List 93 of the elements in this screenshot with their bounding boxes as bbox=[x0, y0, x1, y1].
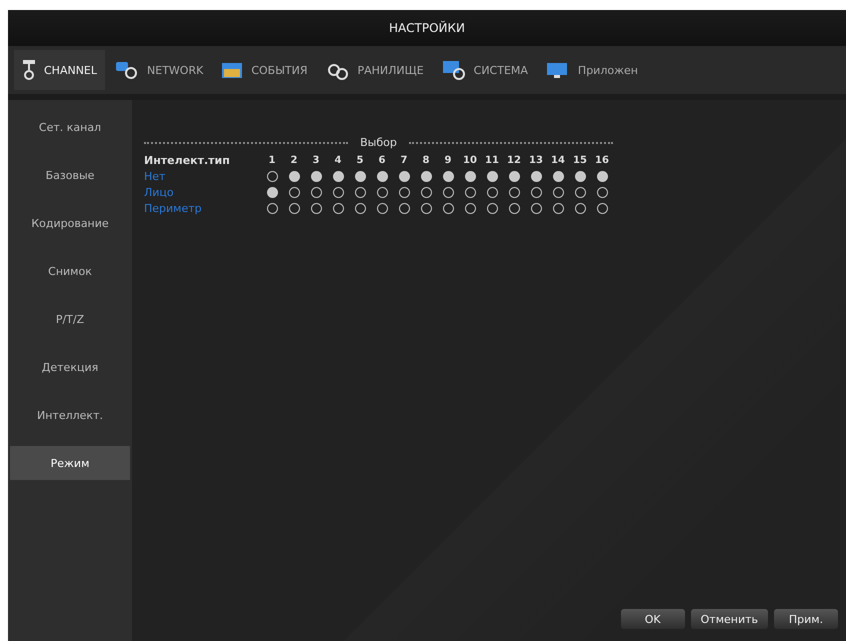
monitor-icon bbox=[546, 61, 570, 79]
channel-number: 10 bbox=[462, 155, 478, 166]
radio-button[interactable] bbox=[310, 203, 322, 214]
sidebar-item[interactable]: P/T/Z bbox=[10, 302, 130, 336]
radio-button[interactable] bbox=[420, 203, 432, 214]
tab-label: NETWORK bbox=[147, 64, 204, 76]
radio-button[interactable] bbox=[332, 187, 344, 198]
radio-button[interactable] bbox=[508, 203, 520, 214]
tab-label: РАНИЛИЩЕ bbox=[358, 64, 424, 76]
radio-button[interactable] bbox=[530, 187, 542, 198]
column-header: Интелект.тип bbox=[144, 154, 231, 167]
radio-button[interactable] bbox=[596, 187, 608, 198]
channel-number: 12 bbox=[506, 155, 522, 166]
radio-button[interactable] bbox=[332, 203, 344, 214]
radio-button[interactable] bbox=[398, 187, 410, 198]
radio-button[interactable] bbox=[552, 187, 564, 198]
row-label: Периметр bbox=[144, 202, 203, 215]
channel-number: 5 bbox=[356, 155, 364, 166]
dialog-button[interactable]: Прим. bbox=[774, 609, 838, 629]
radio-button[interactable] bbox=[354, 203, 366, 214]
radio-button[interactable] bbox=[574, 171, 586, 182]
sidebar-item[interactable]: Интеллект. bbox=[10, 398, 130, 432]
radio-button[interactable] bbox=[288, 203, 300, 214]
radio-button[interactable] bbox=[266, 187, 278, 198]
tab[interactable]: CHANNEL bbox=[14, 50, 106, 90]
channel-number: 11 bbox=[484, 155, 500, 166]
sidebar-item[interactable]: Базовые bbox=[10, 158, 130, 192]
radio-button[interactable] bbox=[442, 203, 454, 214]
channel-number: 1 bbox=[268, 155, 276, 166]
channel-number: 4 bbox=[334, 155, 342, 166]
channel-number: 13 bbox=[528, 155, 544, 166]
radio-button[interactable] bbox=[420, 187, 432, 198]
radio-button[interactable] bbox=[508, 187, 520, 198]
radio-button[interactable] bbox=[288, 171, 300, 182]
radio-button[interactable] bbox=[552, 203, 564, 214]
tab-label: CHANNEL bbox=[44, 64, 98, 76]
radio-button[interactable] bbox=[596, 203, 608, 214]
radio-button[interactable] bbox=[288, 187, 300, 198]
row-label: Нет bbox=[144, 170, 166, 183]
dialog-button[interactable]: Отменить bbox=[690, 609, 768, 629]
channel-number: 7 bbox=[400, 155, 408, 166]
radio-button[interactable] bbox=[442, 171, 454, 182]
radio-button[interactable] bbox=[266, 203, 278, 214]
radio-button[interactable] bbox=[486, 187, 498, 198]
sidebar-item[interactable]: Детекция bbox=[10, 350, 130, 384]
channel-number: 9 bbox=[444, 155, 452, 166]
tab-label: СИСТЕМА bbox=[474, 64, 528, 76]
radio-button[interactable] bbox=[376, 187, 388, 198]
radio-button[interactable] bbox=[354, 187, 366, 198]
radio-button[interactable] bbox=[530, 171, 542, 182]
radio-button[interactable] bbox=[398, 203, 410, 214]
radio-button[interactable] bbox=[574, 187, 586, 198]
channel-number: 8 bbox=[422, 155, 430, 166]
radio-button[interactable] bbox=[464, 171, 476, 182]
radio-button[interactable] bbox=[574, 203, 586, 214]
row-label: Лицо bbox=[144, 186, 175, 199]
radio-button[interactable] bbox=[266, 171, 278, 182]
channel-number: 3 bbox=[312, 155, 320, 166]
radio-button[interactable] bbox=[354, 171, 366, 182]
sidebar-item[interactable]: Режим bbox=[10, 446, 130, 480]
monitor-icon bbox=[442, 60, 466, 80]
radio-button[interactable] bbox=[442, 187, 454, 198]
radio-button[interactable] bbox=[376, 203, 388, 214]
network-icon bbox=[115, 60, 140, 80]
tab-label: Приложен bbox=[578, 64, 638, 76]
radio-button[interactable] bbox=[486, 171, 498, 182]
radio-button[interactable] bbox=[596, 171, 608, 182]
sidebar-item[interactable]: Снимок bbox=[10, 254, 130, 288]
dialog-button[interactable]: OK bbox=[620, 609, 685, 629]
channel-number: 14 bbox=[550, 155, 566, 166]
window-title: НАСТРОЙКИ bbox=[388, 21, 466, 35]
camera-icon bbox=[22, 59, 36, 81]
tab-label: СОБЫТИЯ bbox=[251, 64, 308, 76]
radio-button[interactable] bbox=[464, 187, 476, 198]
radio-button[interactable] bbox=[310, 171, 322, 182]
radio-button[interactable] bbox=[464, 203, 476, 214]
channel-number: 15 bbox=[572, 155, 588, 166]
radio-button[interactable] bbox=[508, 171, 520, 182]
radio-button[interactable] bbox=[332, 171, 344, 182]
radio-button[interactable] bbox=[530, 203, 542, 214]
channel-number: 6 bbox=[378, 155, 386, 166]
sidebar-item[interactable]: Кодирование bbox=[10, 206, 130, 240]
section-title: Выбор bbox=[360, 136, 397, 149]
radio-button[interactable] bbox=[310, 187, 322, 198]
radio-button[interactable] bbox=[552, 171, 564, 182]
radio-button[interactable] bbox=[376, 171, 388, 182]
radio-button[interactable] bbox=[398, 171, 410, 182]
folder-icon bbox=[221, 61, 244, 79]
radio-button[interactable] bbox=[486, 203, 498, 214]
channel-number: 16 bbox=[594, 155, 610, 166]
sidebar-item[interactable]: Сет. канал bbox=[10, 110, 130, 144]
radio-button[interactable] bbox=[420, 171, 432, 182]
channel-number: 2 bbox=[290, 155, 298, 166]
